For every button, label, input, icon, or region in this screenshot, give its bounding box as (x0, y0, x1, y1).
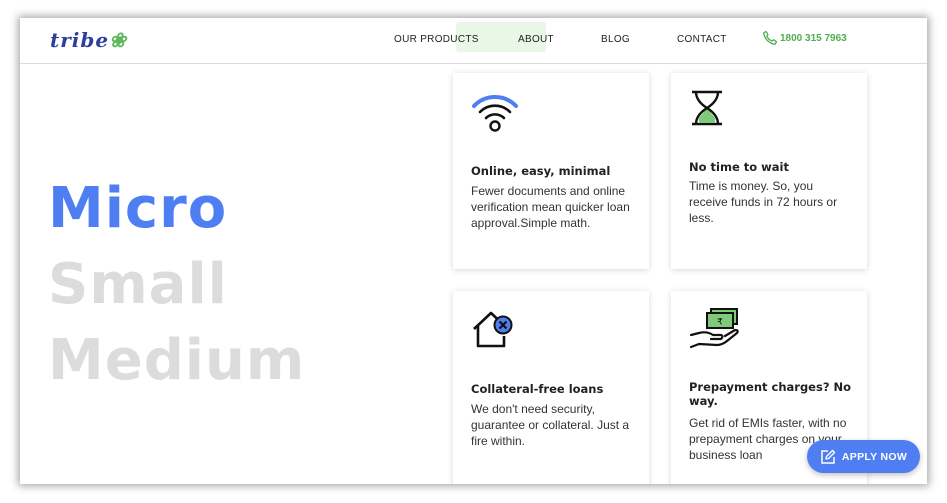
apply-now-label: APPLY NOW (841, 450, 908, 463)
hero-word-micro: Micro (48, 176, 228, 241)
card-body: Fewer documents and online verification … (471, 184, 630, 230)
page-frame: tribe ❀ OUR PRODUCTS ABOUT BLOG CONTACT 1… (20, 18, 927, 484)
hand-money-icon: ₹ (689, 308, 739, 349)
nav-contact[interactable]: CONTACT (677, 34, 727, 45)
nav-blog[interactable]: BLOG (601, 34, 630, 45)
feature-card-online: Online, easy, minimal Fewer documents an… (453, 73, 649, 269)
svg-text:₹: ₹ (717, 318, 723, 328)
card-body: We don't need security, guarantee or col… (471, 402, 630, 448)
feature-card-time: No time to wait Time is money. So, you r… (671, 73, 867, 269)
hero-word-medium: Medium (48, 328, 306, 393)
leaf-icon: ❀ (109, 28, 127, 52)
hero-word-small: Small (48, 252, 228, 317)
card-title: Collateral-free loans (471, 382, 604, 396)
hourglass-icon (692, 90, 722, 126)
logo-text: tribe (50, 28, 110, 52)
card-title: No time to wait (689, 160, 789, 174)
card-title: Prepayment charges? No way. (689, 380, 852, 408)
wifi-icon (472, 95, 518, 132)
house-cross-icon (473, 311, 513, 348)
edit-icon (821, 449, 836, 464)
phone-number: 1800 315 7963 (780, 32, 847, 44)
feature-card-collateral: Collateral-free loans We don't need secu… (453, 291, 649, 484)
phone-icon (763, 30, 778, 45)
card-body: Time is money. So, you receive funds in … (689, 179, 838, 225)
nav-our-products[interactable]: OUR PRODUCTS (394, 34, 479, 45)
apply-now-button[interactable]: APPLY NOW (807, 440, 920, 473)
tribe-logo[interactable]: tribe ❀ (50, 26, 127, 54)
phone-link[interactable]: 1800 315 7963 (762, 30, 847, 46)
nav-about[interactable]: ABOUT (518, 34, 554, 45)
site-header: tribe ❀ OUR PRODUCTS ABOUT BLOG CONTACT 1… (20, 18, 927, 64)
card-title: Online, easy, minimal (471, 164, 611, 178)
